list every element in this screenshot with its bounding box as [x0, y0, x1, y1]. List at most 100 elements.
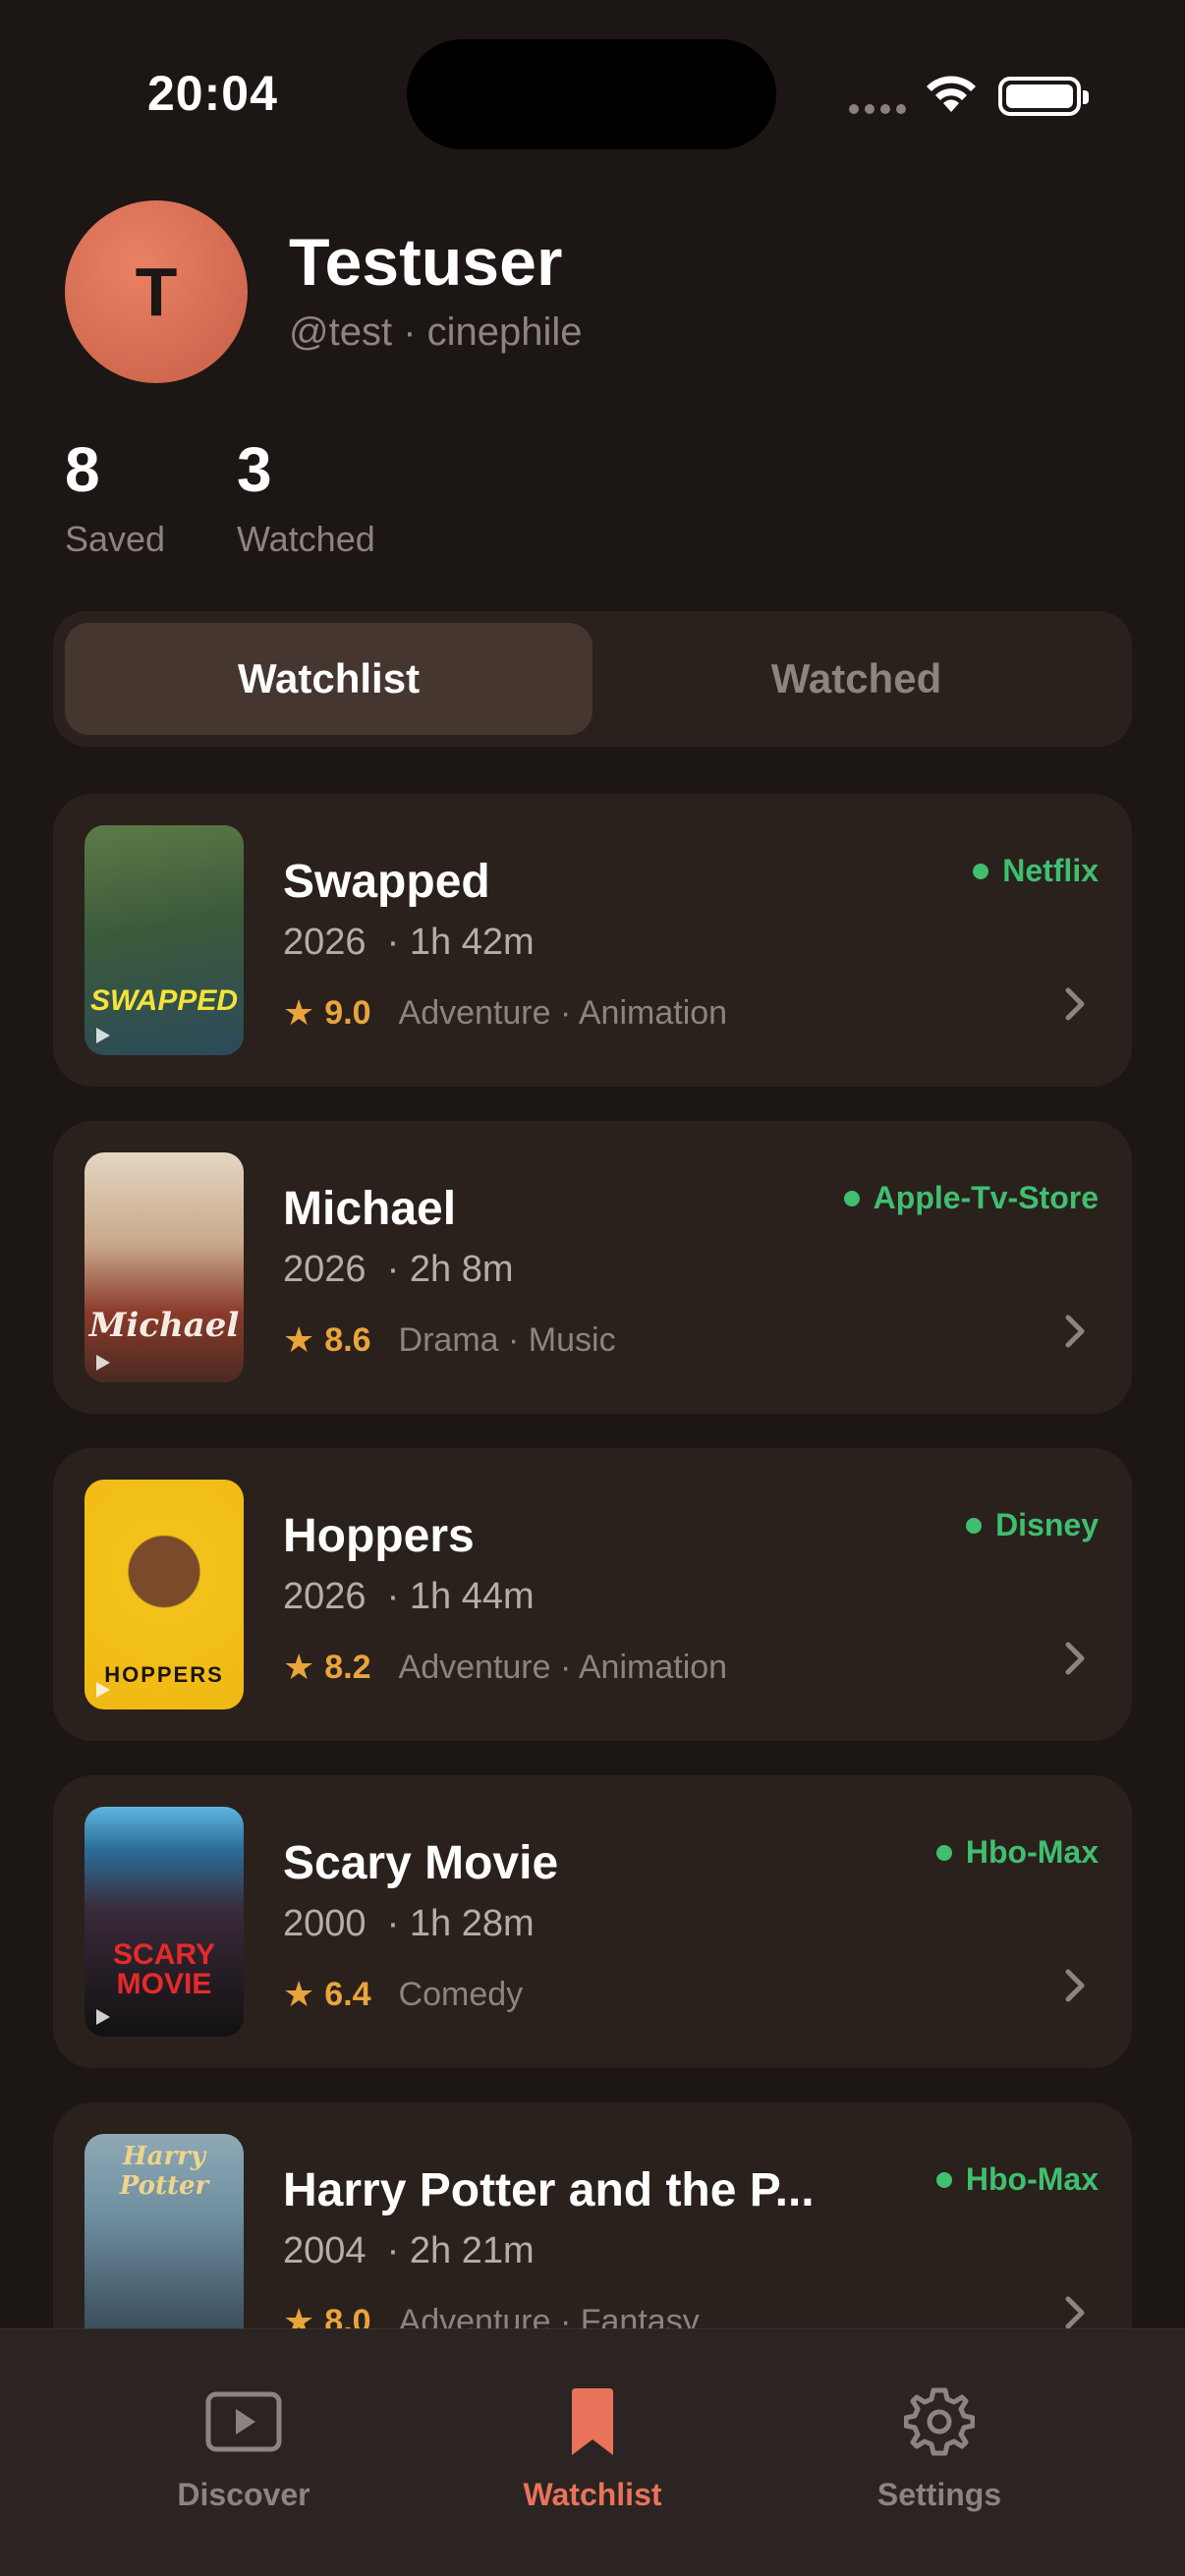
play-rectangle-icon	[96, 2386, 391, 2457]
movie-year: 2026	[283, 1576, 367, 1617]
provider-badge: Netflix	[973, 853, 1099, 889]
movie-year: 2026	[283, 1249, 367, 1290]
movie-rating: 8.6	[324, 1320, 371, 1359]
bookmark-icon	[445, 2386, 740, 2457]
provider-badge: Disney	[966, 1507, 1099, 1543]
movie-year: 2026	[283, 922, 367, 963]
movie-card[interactable]: HOPPERS Hoppers 2026 · 1h 44m ★ 8.2 Adve…	[53, 1448, 1132, 1741]
poster-title: SCARY MOVIE	[113, 1938, 215, 2000]
movie-genres: Adventure · Animation	[398, 993, 728, 1032]
provider-name: Apple-Tv-Store	[873, 1180, 1099, 1215]
movie-poster: HOPPERS	[85, 1480, 244, 1709]
stat-watched-value: 3	[237, 434, 272, 505]
movie-meta: 2004 · 2h 21m	[283, 2230, 535, 2272]
poster-title: Michael	[88, 1306, 240, 1345]
stat-watched-label: Watched	[237, 519, 375, 559]
provider-dot-icon	[843, 1190, 860, 1206]
movie-year: 2000	[283, 1903, 367, 1944]
provider-badge: Hbo-Max	[935, 2161, 1099, 2198]
cellular-signal-icon	[849, 104, 906, 114]
star-icon: ★	[283, 992, 315, 1033]
segment-watchlist[interactable]: Watchlist	[65, 623, 592, 735]
movie-genres: Comedy	[398, 1975, 524, 2013]
tab-watchlist-label: Watchlist	[523, 2477, 662, 2512]
movie-poster: SWAPPED	[85, 825, 244, 1055]
poster-title: SWAPPED	[89, 984, 239, 1017]
movie-rating-row: ★ 8.2 Adventure · Animation	[283, 1647, 727, 1688]
movie-poster: Michael	[85, 1152, 244, 1382]
gear-icon	[792, 2386, 1087, 2457]
provider-badge: Hbo-Max	[935, 1834, 1099, 1871]
chevron-right-icon[interactable]	[1051, 1308, 1099, 1355]
movie-runtime: · 2h 21m	[386, 2230, 535, 2271]
provider-dot-icon	[935, 2171, 952, 2188]
play-icon	[96, 1355, 110, 1371]
stat-watched: 3 Watched	[237, 438, 375, 560]
movie-meta: 2000 · 1h 28m	[283, 1903, 535, 1945]
provider-name: Disney	[995, 1507, 1099, 1542]
status-time: 20:04	[147, 66, 278, 121]
movie-meta: 2026 · 1h 42m	[283, 922, 535, 964]
movie-runtime: · 1h 44m	[386, 1576, 535, 1617]
battery-icon	[998, 77, 1089, 116]
provider-dot-icon	[966, 1517, 983, 1534]
movie-title: Harry Potter and the P...	[283, 2164, 815, 2216]
movie-runtime: · 1h 28m	[386, 1903, 535, 1944]
provider-name: Hbo-Max	[965, 2161, 1099, 2197]
movie-genres: Drama · Music	[398, 1320, 616, 1359]
movie-card[interactable]: SCARY MOVIE Scary Movie 2000 · 1h 28m ★ …	[53, 1775, 1132, 2068]
movie-poster: SCARY MOVIE	[85, 1807, 244, 2037]
movie-year: 2004	[283, 2230, 367, 2271]
movie-meta: 2026 · 2h 8m	[283, 1249, 514, 1291]
play-icon	[96, 2009, 110, 2025]
tab-watchlist[interactable]: Watchlist	[445, 2386, 740, 2513]
provider-dot-icon	[973, 863, 989, 879]
movie-rating-row: ★ 6.4 Comedy	[283, 1974, 523, 2015]
star-icon: ★	[283, 1647, 315, 1687]
movie-title: Swapped	[283, 856, 490, 908]
stat-saved-label: Saved	[65, 519, 166, 559]
play-icon	[96, 1028, 110, 1043]
movie-rating: 8.2	[324, 1648, 371, 1686]
segment-watched[interactable]: Watched	[592, 623, 1120, 735]
tab-settings-label: Settings	[876, 2477, 1002, 2512]
dynamic-island	[407, 39, 776, 149]
chevron-right-icon[interactable]	[1051, 1635, 1099, 1682]
movie-rating-row: ★ 9.0 Adventure · Animation	[283, 992, 727, 1034]
tab-bar: Discover Watchlist Settings	[0, 2328, 1185, 2576]
provider-dot-icon	[935, 1844, 952, 1861]
list-segmented-control: Watchlist Watched	[53, 611, 1132, 747]
play-icon	[96, 1682, 110, 1698]
watchlist-screen: 20:04 T Testuser @test · cinephile 8 Sav…	[0, 0, 1185, 2576]
profile-handle: @test · cinephile	[289, 310, 583, 354]
tab-settings[interactable]: Settings	[792, 2386, 1087, 2513]
chevron-right-icon[interactable]	[1051, 1962, 1099, 2009]
stat-saved: 8 Saved	[65, 438, 165, 560]
movie-meta: 2026 · 1h 44m	[283, 1576, 535, 1618]
chevron-right-icon[interactable]	[1051, 980, 1099, 1028]
profile-name: Testuser	[289, 225, 563, 300]
tab-discover[interactable]: Discover	[96, 2386, 391, 2513]
movie-rating: 9.0	[324, 993, 371, 1032]
wifi-icon	[927, 76, 976, 112]
movie-card[interactable]: Michael Michael 2026 · 2h 8m ★ 8.6 Drama…	[53, 1121, 1132, 1414]
provider-name: Hbo-Max	[965, 1834, 1099, 1870]
movie-runtime: · 2h 8m	[386, 1249, 514, 1290]
poster-title: Harry Potter	[119, 2142, 209, 2201]
avatar[interactable]: T	[65, 200, 248, 383]
stat-saved-value: 8	[65, 434, 100, 505]
movie-card[interactable]: SWAPPED Swapped 2026 · 1h 42m ★ 9.0 Adve…	[53, 794, 1132, 1087]
movie-genres: Adventure · Animation	[398, 1648, 728, 1686]
movie-title: Hoppers	[283, 1510, 475, 1562]
movie-title: Michael	[283, 1183, 457, 1235]
star-icon: ★	[283, 1974, 315, 2014]
star-icon: ★	[283, 1319, 315, 1360]
provider-name: Netflix	[1002, 853, 1099, 888]
tab-discover-label: Discover	[177, 2477, 310, 2512]
movie-runtime: · 1h 42m	[386, 922, 535, 963]
avatar-initial: T	[135, 253, 178, 330]
provider-badge: Apple-Tv-Store	[843, 1180, 1099, 1216]
movie-rating: 6.4	[324, 1975, 371, 2013]
movie-title: Scary Movie	[283, 1837, 559, 1889]
movie-rating-row: ★ 8.6 Drama · Music	[283, 1319, 616, 1361]
